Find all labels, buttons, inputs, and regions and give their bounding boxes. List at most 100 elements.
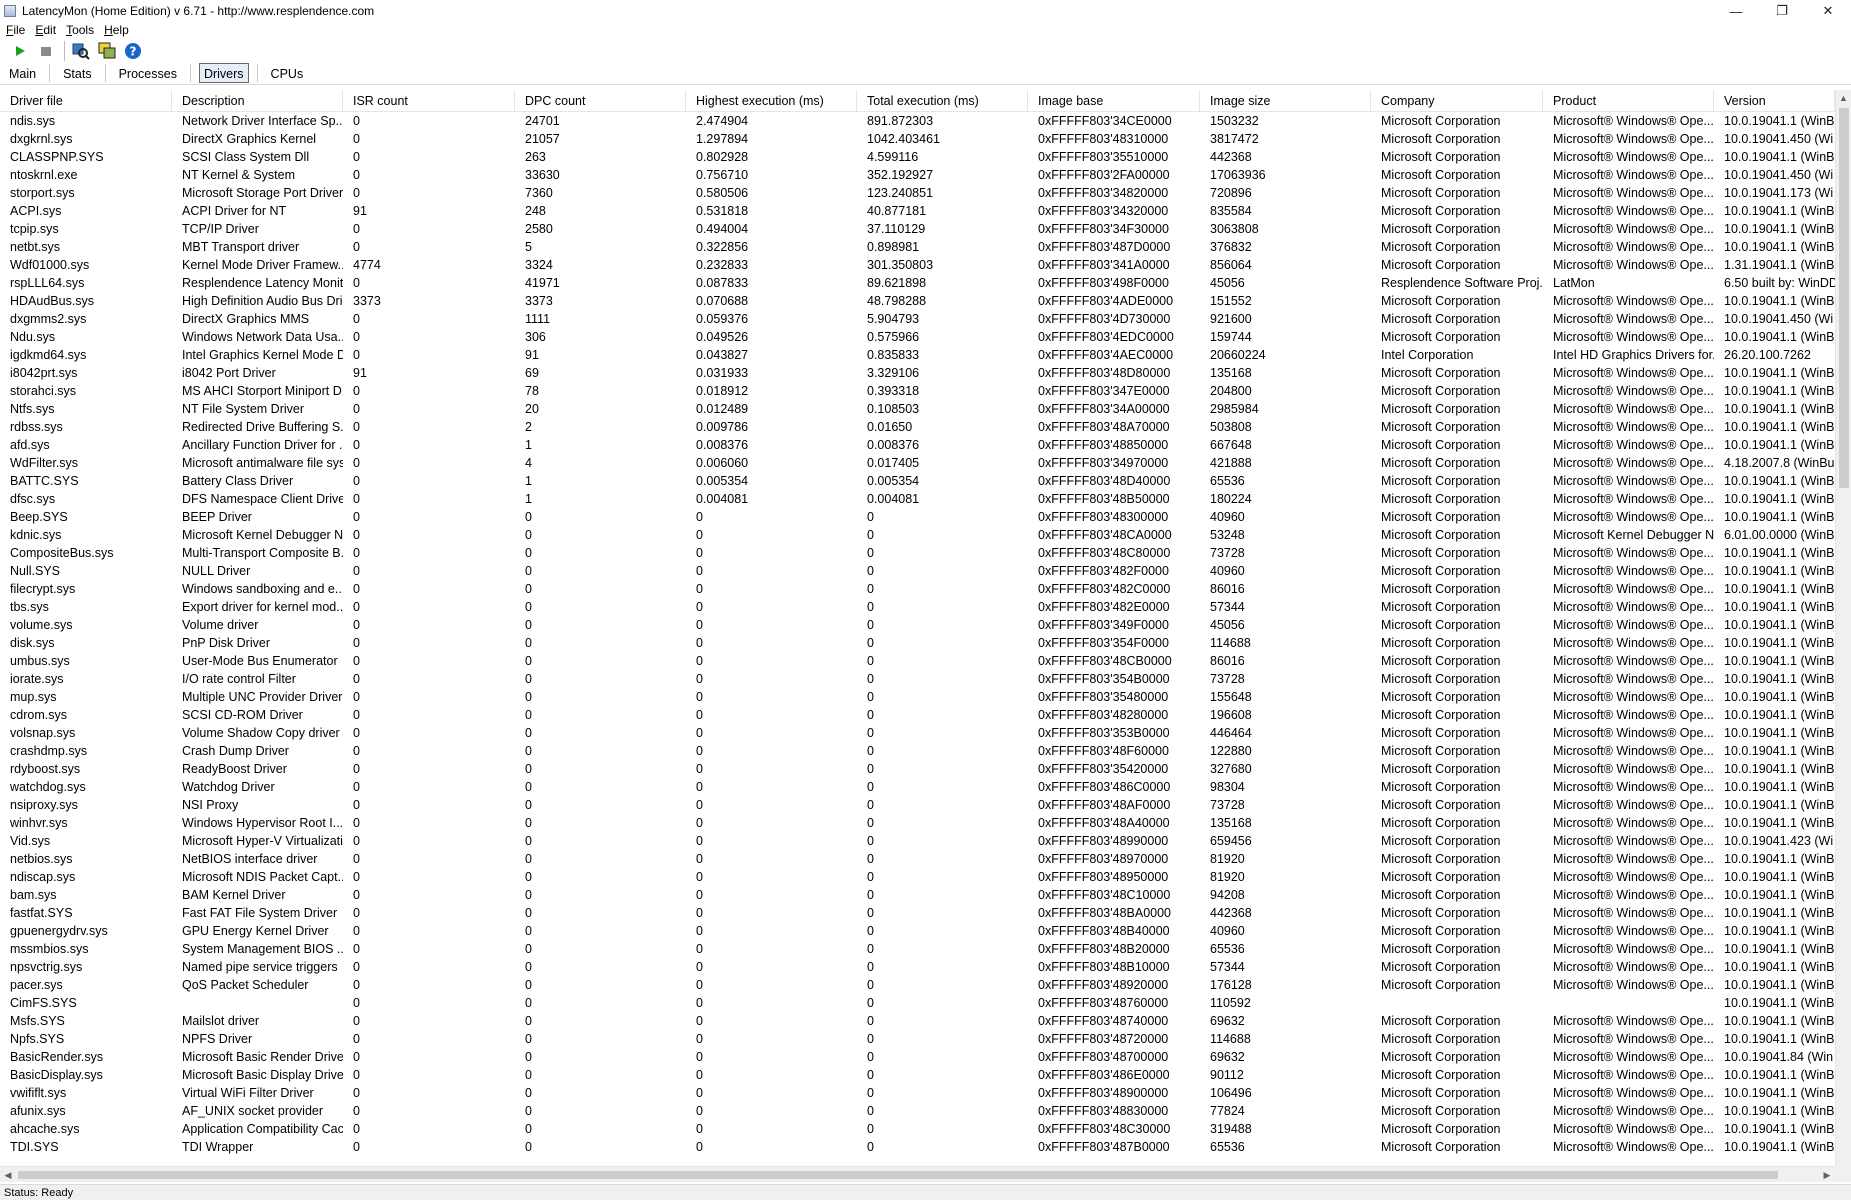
table-row[interactable]: Ntfs.sys NT File System Driver 0 20 0.012489…: [0, 400, 1835, 418]
column-header-product[interactable]: Product: [1543, 90, 1714, 112]
tab-main[interactable]: Main: [4, 63, 41, 83]
table-row[interactable]: ntoskrnl.exe NT Kernel & System 0 33630 0.75…: [0, 166, 1835, 184]
table-row[interactable]: rspLLL64.sys Resplendence Latency Monit..…: [0, 274, 1835, 292]
column-header-dpc-count[interactable]: DPC count: [515, 90, 686, 112]
table-row[interactable]: CLASSPNP.SYS SCSI Class System Dll 0 263 0.8…: [0, 148, 1835, 166]
table-row[interactable]: mssmbios.sys System Management BIOS ... 0 0…: [0, 940, 1835, 958]
table-row[interactable]: afd.sys Ancillary Function Driver for ...…: [0, 436, 1835, 454]
table-row[interactable]: dxgmms2.sys DirectX Graphics MMS 0 1111 0.05…: [0, 310, 1835, 328]
table-row[interactable]: storahci.sys MS AHCI Storport Miniport D.…: [0, 382, 1835, 400]
table-row[interactable]: Beep.SYS BEEP Driver 0 0 0 0 0xFFFFF803'483000…: [0, 508, 1835, 526]
table-row[interactable]: gpuenergydrv.sys GPU Energy Kernel Driver…: [0, 922, 1835, 940]
table-row[interactable]: Msfs.SYS Mailslot driver 0 0 0 0 0xFFFFF803'48…: [0, 1012, 1835, 1030]
table-row[interactable]: HDAudBus.sys High Definition Audio Bus Dr…: [0, 292, 1835, 310]
start-button[interactable]: [8, 39, 32, 63]
table-row[interactable]: umbus.sys User-Mode Bus Enumerator 0 0 0 0 0xF…: [0, 652, 1835, 670]
table-row[interactable]: BasicDisplay.sys Microsoft Basic Display …: [0, 1066, 1835, 1084]
table-row[interactable]: fastfat.SYS Fast FAT File System Driver 0 0…: [0, 904, 1835, 922]
table-row[interactable]: winhvr.sys Windows Hypervisor Root I... 0 0…: [0, 814, 1835, 832]
table-row[interactable]: igdkmd64.sys Intel Graphics Kernel Mode D…: [0, 346, 1835, 364]
table-row[interactable]: CimFS.SYS 0 0 0 0 0xFFFFF803'48760000 110592 10…: [0, 994, 1835, 1012]
table-row[interactable]: afunix.sys AF_UNIX socket provider 0 0 0 0 0xF…: [0, 1102, 1835, 1120]
cell-company: Microsoft Corporation: [1381, 1032, 1501, 1046]
table-row[interactable]: Ndu.sys Windows Network Data Usa... 0 306 0.…: [0, 328, 1835, 346]
column-header-image-size[interactable]: Image size: [1200, 90, 1371, 112]
windows-button[interactable]: [95, 39, 119, 63]
table-row[interactable]: disk.sys PnP Disk Driver 0 0 0 0 0xFFFFF803'35…: [0, 634, 1835, 652]
help-button[interactable]: ?: [121, 39, 145, 63]
cell-product: [1543, 994, 1714, 1012]
table-row[interactable]: npsvctrig.sys Named pipe service triggers…: [0, 958, 1835, 976]
column-header-driver-file[interactable]: Driver file: [0, 90, 172, 112]
table-row[interactable]: Vid.sys Microsoft Hyper-V Virtualizati...…: [0, 832, 1835, 850]
table-row[interactable]: watchdog.sys Watchdog Driver 0 0 0 0 0xFFFFF80…: [0, 778, 1835, 796]
column-header-highest-execution[interactable]: Highest execution (ms): [686, 90, 857, 112]
table-row[interactable]: bam.sys BAM Kernel Driver 0 0 0 0 0xFFFFF803'4…: [0, 886, 1835, 904]
tab-processes[interactable]: Processes: [114, 63, 182, 83]
table-row[interactable]: ndiscap.sys Microsoft NDIS Packet Capt...…: [0, 868, 1835, 886]
horizontal-scrollbar[interactable]: ◀ ▶: [0, 1166, 1835, 1182]
scroll-up-icon[interactable]: ▲: [1836, 90, 1851, 106]
table-row[interactable]: Null.SYS NULL Driver 0 0 0 0 0xFFFFF803'482F00…: [0, 562, 1835, 580]
column-header-version[interactable]: Version: [1714, 90, 1835, 112]
table-row[interactable]: vwififlt.sys Virtual WiFi Filter Driver 0 0…: [0, 1084, 1835, 1102]
table-row[interactable]: volume.sys Volume driver 0 0 0 0 0xFFFFF803'34…: [0, 616, 1835, 634]
table-row[interactable]: rdyboost.sys ReadyBoost Driver 0 0 0 0 0xFFFFF…: [0, 760, 1835, 778]
stop-button[interactable]: [34, 39, 58, 63]
table-row[interactable]: WdFilter.sys Microsoft antimalware file s…: [0, 454, 1835, 472]
menu-help[interactable]: Help: [104, 23, 129, 37]
table-row[interactable]: pacer.sys QoS Packet Scheduler 0 0 0 0 0xFFFFF…: [0, 976, 1835, 994]
table-row[interactable]: rdbss.sys Redirected Drive Buffering S...…: [0, 418, 1835, 436]
close-button[interactable]: ✕: [1805, 0, 1851, 22]
table-row[interactable]: ndis.sys Network Driver Interface Sp... 0 2…: [0, 112, 1835, 130]
table-row[interactable]: netbios.sys NetBIOS interface driver 0 0 0 0 0…: [0, 850, 1835, 868]
table-row[interactable]: tcpip.sys TCP/IP Driver 0 2580 0.494004 37.11…: [0, 220, 1835, 238]
table-row[interactable]: ahcache.sys Application Compatibility Cac…: [0, 1120, 1835, 1138]
horizontal-scroll-thumb[interactable]: [18, 1171, 1778, 1179]
column-header-image-base[interactable]: Image base: [1028, 90, 1200, 112]
tab-stats[interactable]: Stats: [58, 63, 97, 83]
tab-cpus[interactable]: CPUs: [266, 63, 309, 83]
column-header-company[interactable]: Company: [1371, 90, 1543, 112]
table-row[interactable]: dfsc.sys DFS Namespace Client Driver 0 1 0.0…: [0, 490, 1835, 508]
scroll-right-icon[interactable]: ▶: [1819, 1167, 1835, 1183]
table-row[interactable]: BasicRender.sys Microsoft Basic Render Dr…: [0, 1048, 1835, 1066]
menu-file[interactable]: File: [6, 23, 25, 37]
table-row[interactable]: Npfs.SYS NPFS Driver 0 0 0 0 0xFFFFF803'487200…: [0, 1030, 1835, 1048]
restore-button[interactable]: ❐: [1759, 0, 1805, 22]
table-row[interactable]: volsnap.sys Volume Shadow Copy driver 0 0 0 0…: [0, 724, 1835, 742]
table-row[interactable]: Wdf01000.sys Kernel Mode Driver Framew...…: [0, 256, 1835, 274]
menu-edit[interactable]: Edit: [35, 23, 56, 37]
menu-tools[interactable]: Tools: [66, 23, 94, 37]
table-row[interactable]: ACPI.sys ACPI Driver for NT 91 248 0.531818 4…: [0, 202, 1835, 220]
table-row[interactable]: dxgkrnl.sys DirectX Graphics Kernel 0 21057…: [0, 130, 1835, 148]
table-row[interactable]: i8042prt.sys i8042 Port Driver 91 69 0.03193…: [0, 364, 1835, 382]
cell-company: Microsoft Corporation: [1381, 960, 1501, 974]
table-row[interactable]: iorate.sys I/O rate control Filter 0 0 0 0 0xF…: [0, 670, 1835, 688]
column-header-total-execution[interactable]: Total execution (ms): [857, 90, 1028, 112]
column-header-description[interactable]: Description: [172, 90, 343, 112]
minimize-button[interactable]: —: [1713, 0, 1759, 22]
table-row[interactable]: BATTC.SYS Battery Class Driver 0 1 0.005354 0…: [0, 472, 1835, 490]
table-row[interactable]: crashdmp.sys Crash Dump Driver 0 0 0 0 0xFFFFF…: [0, 742, 1835, 760]
column-header-isr-count[interactable]: ISR count: [343, 90, 515, 112]
vertical-scrollbar[interactable]: ▲: [1835, 90, 1851, 1172]
tab-drivers[interactable]: Drivers: [198, 63, 249, 83]
table-row[interactable]: CompositeBus.sys Multi-Transport Composit…: [0, 544, 1835, 562]
table-row[interactable]: tbs.sys Export driver for kernel mod... 0 0…: [0, 598, 1835, 616]
cell-company: Microsoft Corporation: [1381, 1086, 1501, 1100]
table-row[interactable]: storport.sys Microsoft Storage Port Drive…: [0, 184, 1835, 202]
table-row[interactable]: cdrom.sys SCSI CD-ROM Driver 0 0 0 0 0xFFFFF80…: [0, 706, 1835, 724]
vertical-scroll-thumb[interactable]: [1839, 108, 1849, 488]
driver-search-button[interactable]: [69, 39, 93, 63]
table-row[interactable]: nsiproxy.sys NSI Proxy 0 0 0 0 0xFFFFF803'48AF…: [0, 796, 1835, 814]
table-row[interactable]: netbt.sys MBT Transport driver 0 5 0.322856 0…: [0, 238, 1835, 256]
cell-total-execution: 0: [867, 996, 874, 1010]
scroll-left-icon[interactable]: ◀: [0, 1167, 16, 1183]
cell-isr-count: 0: [353, 996, 360, 1010]
cell-image-size: 94208: [1210, 888, 1245, 902]
table-row[interactable]: kdnic.sys Microsoft Kernel Debugger N... 0…: [0, 526, 1835, 544]
table-row[interactable]: TDI.SYS TDI Wrapper 0 0 0 0 0xFFFFF803'487B000…: [0, 1138, 1835, 1156]
table-row[interactable]: filecrypt.sys Windows sandboxing and e...…: [0, 580, 1835, 598]
table-row[interactable]: mup.sys Multiple UNC Provider Driver 0 0 0 0 0…: [0, 688, 1835, 706]
